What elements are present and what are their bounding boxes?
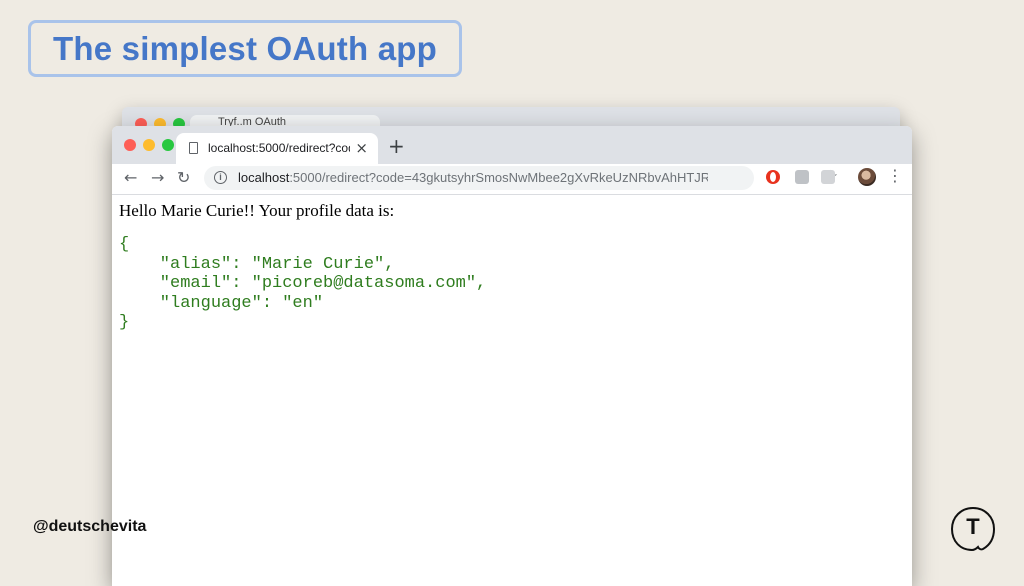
close-window-icon[interactable] bbox=[124, 139, 136, 151]
url-host: localhost bbox=[238, 170, 290, 185]
json-line: } bbox=[119, 313, 130, 332]
tab-close-icon[interactable]: × bbox=[355, 139, 368, 157]
slide-title: The simplest OAuth app bbox=[53, 29, 437, 67]
author-handle: @deutschevita bbox=[33, 518, 147, 535]
info-icon[interactable]: i bbox=[214, 171, 227, 184]
active-tab[interactable]: localhost:5000/redirect?code= × bbox=[176, 133, 378, 164]
json-line: { bbox=[119, 235, 130, 254]
profile-avatar[interactable] bbox=[858, 168, 876, 186]
back-button[interactable]: ← bbox=[124, 168, 137, 187]
profile-json: { "alias": "Marie Curie", "email": "pico… bbox=[119, 235, 486, 333]
tab-strip: localhost:5000/redirect?code= × + bbox=[112, 126, 912, 164]
logo-letter: T bbox=[966, 514, 980, 539]
browser-toolbar: ← → ↻ i localhost:5000/redirect?code=43g… bbox=[112, 164, 912, 195]
cast-icon[interactable] bbox=[821, 170, 835, 184]
opera-extension-icon[interactable] bbox=[766, 170, 780, 184]
json-line: "email": "picoreb@datasoma.com", bbox=[119, 274, 487, 293]
greeting-text: Hello Marie Curie!! Your profile data is… bbox=[119, 201, 395, 220]
logo-icon: T bbox=[950, 506, 996, 552]
url-path: :5000/redirect?code=43gkutsyhrSmosNwMbee… bbox=[289, 170, 708, 185]
new-tab-button[interactable]: + bbox=[388, 134, 405, 158]
menu-icon[interactable]: ⋮ bbox=[887, 167, 903, 185]
window-controls bbox=[124, 139, 174, 151]
address-bar[interactable]: i localhost:5000/redirect?code=43gkutsyh… bbox=[204, 166, 838, 190]
slide-title-box: The simplest OAuth app bbox=[28, 20, 462, 77]
reload-button[interactable]: ↻ bbox=[177, 168, 190, 187]
tab-title: localhost:5000/redirect?code= bbox=[208, 141, 350, 155]
json-line: "alias": "Marie Curie", bbox=[119, 254, 395, 274]
browser-window: localhost:5000/redirect?code= × + ← → ↻ … bbox=[112, 126, 912, 586]
page-content: Hello Marie Curie!! Your profile data is… bbox=[112, 195, 912, 586]
minimize-window-icon[interactable] bbox=[143, 139, 155, 151]
maximize-window-icon[interactable] bbox=[162, 139, 174, 151]
url-text[interactable]: localhost:5000/redirect?code=43gkutsyhrS… bbox=[238, 170, 708, 185]
page-icon bbox=[189, 142, 198, 154]
extension-icon[interactable] bbox=[795, 170, 809, 184]
json-line: "language": "en" bbox=[119, 293, 324, 313]
forward-button[interactable]: → bbox=[151, 168, 164, 187]
